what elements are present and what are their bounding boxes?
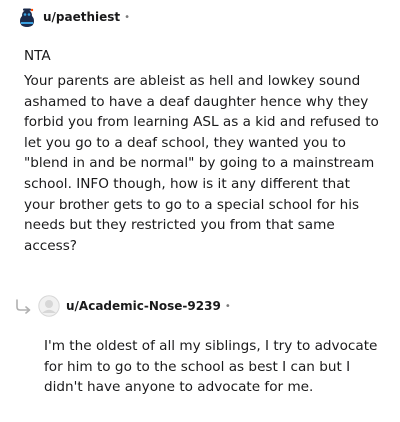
username[interactable]: u/Academic-Nose-9239 [66, 299, 221, 313]
reply-body: I'm the oldest of all my siblings, I try… [44, 338, 378, 396]
comment-header: u/paethiest • [17, 6, 130, 28]
reply-arrow-icon [15, 298, 33, 314]
default-avatar-icon[interactable] [38, 295, 60, 317]
comment-body: Your parents are ableist as hell and low… [24, 73, 379, 254]
comment-verdict: NTA [24, 48, 51, 64]
comment-header: u/Academic-Nose-9239 • [38, 295, 231, 317]
separator-dot: • [224, 300, 231, 312]
username[interactable]: u/paethiest [43, 10, 120, 24]
separator-dot: • [124, 11, 131, 23]
snoo-avatar-icon[interactable] [17, 7, 37, 27]
